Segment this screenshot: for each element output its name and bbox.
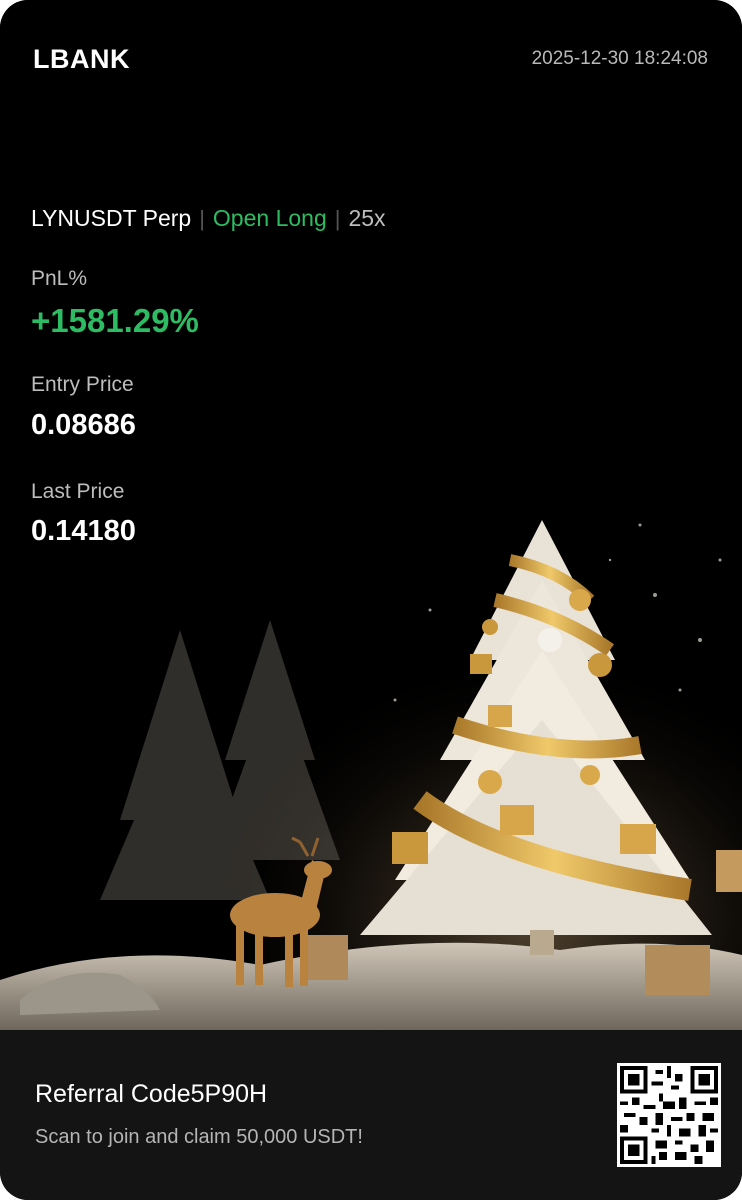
pnl-label: PnL%	[31, 267, 88, 290]
last-price-value: 0.14180	[31, 515, 136, 547]
position-title: LYNUSDT Perp | Open Long | 25x	[31, 205, 386, 232]
share-card: LBANK 2025-12-30 18:24:08 LYNUSDT Perp |…	[0, 0, 742, 1200]
separator: |	[199, 205, 205, 231]
referral-code: 5P90H	[190, 1080, 268, 1108]
pnl-value: +1581.29%	[31, 302, 199, 339]
timestamp: 2025-12-30 18:24:08	[531, 48, 708, 69]
qr-code[interactable]	[617, 1063, 721, 1167]
entry-price-value: 0.08686	[31, 409, 136, 441]
entry-price-label: Entry Price	[31, 373, 134, 396]
referral-label: Referral Code	[35, 1080, 191, 1108]
referral-line: Referral Code5P90H	[35, 1080, 267, 1109]
referral-footer: Referral Code5P90H Scan to join and clai…	[0, 1030, 742, 1200]
side-label: Open Long	[212, 205, 327, 231]
lbank-logo: LBANK	[33, 44, 130, 74]
separator: |	[334, 205, 341, 231]
card-header: LBANK 2025-12-30 18:24:08	[0, 0, 742, 120]
scan-instruction: Scan to join and claim 50,000 USDT!	[35, 1126, 363, 1148]
last-price-label: Last Price	[31, 480, 125, 503]
symbol-label: LYNUSDT Perp	[31, 205, 192, 231]
leverage-label: 25x	[348, 205, 386, 231]
